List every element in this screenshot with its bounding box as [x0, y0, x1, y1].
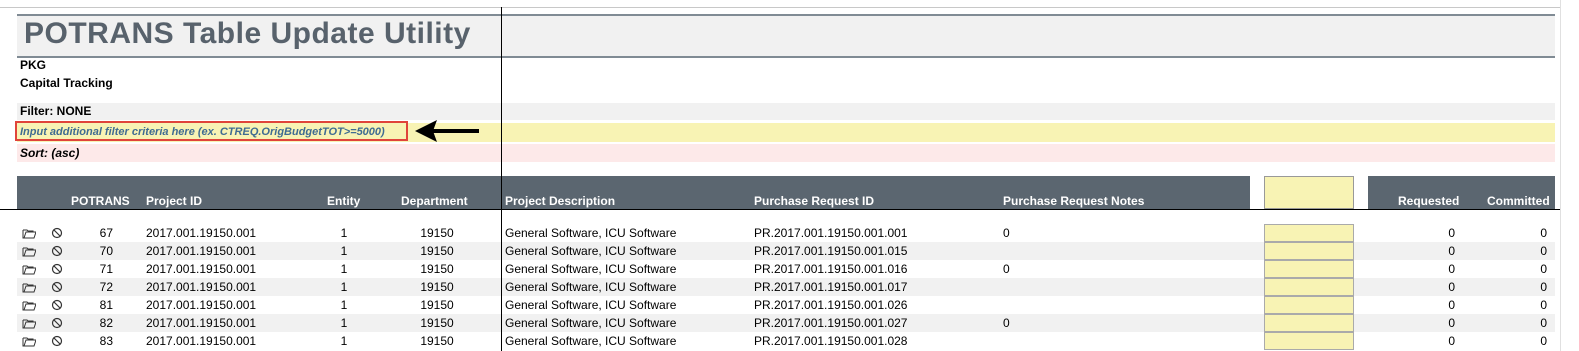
- header-input-cell[interactable]: [1264, 176, 1354, 209]
- editable-cell[interactable]: [1264, 296, 1354, 314]
- editable-cell[interactable]: [1264, 314, 1354, 332]
- filter-label: Filter: NONE: [20, 104, 92, 118]
- freeze-pane-vertical: [501, 7, 502, 351]
- cell-committed: 0: [1540, 316, 1547, 330]
- col-header-purchase-request-id[interactable]: Purchase Request ID: [754, 194, 874, 208]
- cell-potrans: 81: [99, 298, 113, 312]
- sort-band: [17, 144, 1555, 162]
- cell-potrans: 83: [99, 334, 113, 348]
- cell-requested: 0: [1448, 316, 1455, 330]
- cell-entity: 1: [340, 280, 348, 294]
- cell-requested: 0: [1448, 334, 1455, 348]
- cell-project-id: 2017.001.19150.001: [146, 226, 257, 240]
- cell-project-description: General Software, ICU Software: [505, 298, 677, 312]
- cell-entity: 1: [340, 244, 348, 258]
- company-label: PKG: [20, 58, 47, 72]
- cell-project-id: 2017.001.19150.001: [146, 244, 257, 258]
- cell-purchase-request-id: PR.2017.001.19150.001.028: [754, 334, 908, 348]
- cell-requested: 0: [1448, 298, 1455, 312]
- cell-requested: 0: [1448, 244, 1455, 258]
- filter-input-placeholder[interactable]: Input additional filter criteria here (e…: [20, 126, 385, 138]
- sort-label: Sort: (asc): [20, 146, 80, 160]
- col-header-purchase-request-notes[interactable]: Purchase Request Notes: [1003, 194, 1144, 208]
- cell-project-description: General Software, ICU Software: [505, 226, 677, 240]
- cell-potrans: 71: [99, 262, 113, 276]
- cell-requested: 0: [1448, 226, 1455, 240]
- cell-committed: 0: [1540, 298, 1547, 312]
- top-toolbar-strip: [0, 0, 1560, 8]
- arrow-left-icon: [415, 120, 479, 142]
- cell-purchase-request-id: PR.2017.001.19150.001.015: [754, 244, 908, 258]
- vertical-scrollbar[interactable]: [1560, 0, 1579, 351]
- freeze-pane-horizontal: [0, 209, 1560, 210]
- cell-entity: 1: [340, 298, 348, 312]
- col-header-requested[interactable]: Requested: [1398, 194, 1459, 208]
- cell-committed: 0: [1540, 262, 1547, 276]
- cell-entity: 1: [340, 262, 348, 276]
- open-folder-icon[interactable]: [22, 263, 36, 275]
- cell-project-description: General Software, ICU Software: [505, 316, 677, 330]
- cell-department: 19150: [420, 244, 454, 258]
- open-folder-icon[interactable]: [22, 227, 36, 239]
- col-header-entity[interactable]: Entity: [327, 194, 360, 208]
- cell-entity: 1: [340, 316, 348, 330]
- open-folder-icon[interactable]: [22, 299, 36, 311]
- col-header-committed[interactable]: Committed: [1487, 194, 1550, 208]
- header-gap: [1250, 176, 1264, 209]
- page-title: POTRANS Table Update Utility: [24, 17, 471, 50]
- open-folder-icon[interactable]: [22, 281, 36, 293]
- col-header-potrans[interactable]: POTRANS: [71, 194, 130, 208]
- filter-band: [17, 103, 1555, 120]
- editable-cell[interactable]: [1264, 278, 1354, 296]
- cell-department: 19150: [420, 280, 454, 294]
- cell-potrans: 72: [99, 280, 113, 294]
- cell-purchase-request-id: PR.2017.001.19150.001.026: [754, 298, 908, 312]
- col-header-project-description[interactable]: Project Description: [505, 194, 615, 208]
- cell-project-id: 2017.001.19150.001: [146, 262, 257, 276]
- col-header-project-id[interactable]: Project ID: [146, 194, 202, 208]
- header-gap: [1354, 176, 1368, 209]
- cell-entity: 1: [340, 226, 348, 240]
- cell-project-description: General Software, ICU Software: [505, 334, 677, 348]
- cell-purchase-request-notes: 0: [1003, 262, 1010, 276]
- editable-cell[interactable]: [1264, 224, 1354, 242]
- cell-department: 19150: [420, 334, 454, 348]
- cell-purchase-request-notes: 0: [1003, 226, 1010, 240]
- cell-purchase-request-notes: 0: [1003, 316, 1010, 330]
- cell-purchase-request-id: PR.2017.001.19150.001.017: [754, 280, 908, 294]
- cell-requested: 0: [1448, 280, 1455, 294]
- open-folder-icon[interactable]: [22, 317, 36, 329]
- module-label: Capital Tracking: [20, 76, 113, 90]
- cell-purchase-request-id: PR.2017.001.19150.001.016: [754, 262, 908, 276]
- open-folder-icon[interactable]: [22, 335, 36, 347]
- cell-committed: 0: [1540, 244, 1547, 258]
- editable-cell[interactable]: [1264, 242, 1354, 260]
- editable-cell[interactable]: [1264, 260, 1354, 278]
- cell-purchase-request-id: PR.2017.001.19150.001.001: [754, 226, 908, 240]
- cell-department: 19150: [420, 298, 454, 312]
- cell-department: 19150: [420, 316, 454, 330]
- editable-cell[interactable]: [1264, 332, 1354, 350]
- cell-potrans: 70: [99, 244, 113, 258]
- cell-potrans: 67: [99, 226, 113, 240]
- cell-project-id: 2017.001.19150.001: [146, 316, 257, 330]
- cell-requested: 0: [1448, 262, 1455, 276]
- cell-department: 19150: [420, 226, 454, 240]
- cell-potrans: 82: [99, 316, 113, 330]
- cell-entity: 1: [340, 334, 348, 348]
- cell-committed: 0: [1540, 334, 1547, 348]
- cell-project-description: General Software, ICU Software: [505, 262, 677, 276]
- cell-project-id: 2017.001.19150.001: [146, 334, 257, 348]
- cell-project-id: 2017.001.19150.001: [146, 280, 257, 294]
- cell-project-description: General Software, ICU Software: [505, 280, 677, 294]
- cell-project-id: 2017.001.19150.001: [146, 298, 257, 312]
- cell-department: 19150: [420, 262, 454, 276]
- cell-committed: 0: [1540, 280, 1547, 294]
- open-folder-icon[interactable]: [22, 245, 36, 257]
- cell-purchase-request-id: PR.2017.001.19150.001.027: [754, 316, 908, 330]
- cell-project-description: General Software, ICU Software: [505, 244, 677, 258]
- cell-committed: 0: [1540, 226, 1547, 240]
- col-header-department[interactable]: Department: [401, 194, 468, 208]
